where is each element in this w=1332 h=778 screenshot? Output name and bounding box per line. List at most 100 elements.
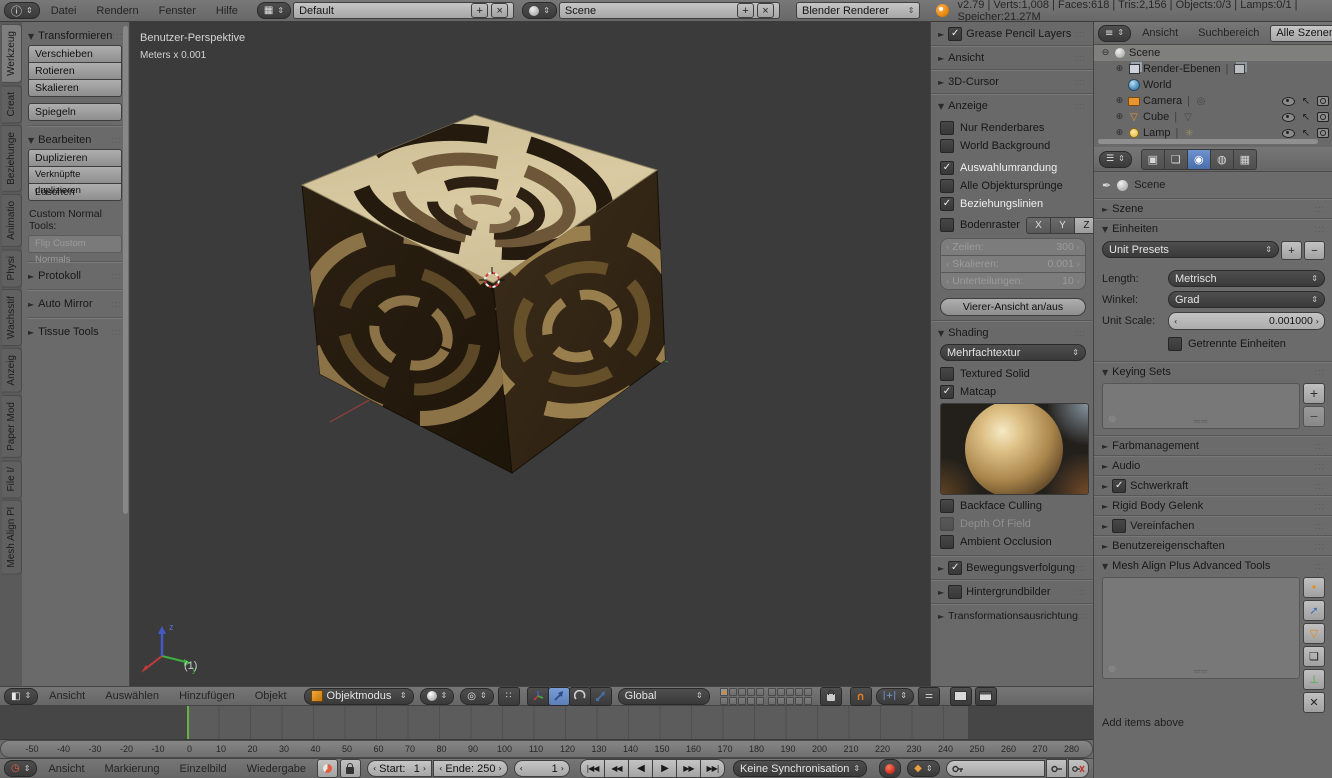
matcap-preview[interactable]	[940, 403, 1089, 495]
duplizieren-button[interactable]: Duplizieren	[28, 149, 122, 167]
editor-type-button[interactable]: ≡ ⇕	[1098, 25, 1131, 42]
tab-wachsstift[interactable]: Wachsstif	[2, 289, 22, 346]
motion-tracking-checkbox[interactable]	[948, 561, 962, 575]
expand-icon[interactable]: ⊕	[1114, 112, 1125, 122]
tab-physik[interactable]: Physi	[2, 249, 22, 287]
expand-icon[interactable]: ⊕	[1114, 96, 1125, 106]
panel-shading-header[interactable]: Shading	[938, 323, 1086, 342]
viewport-shading-select[interactable]: ⇕	[420, 688, 455, 705]
backface-culling-row[interactable]: Backface Culling	[940, 497, 1086, 515]
screen-layout-browse[interactable]: ▦ ⇕	[257, 2, 291, 19]
duplicate-item-button[interactable]: ❏	[1303, 646, 1325, 667]
rotate-manipulator-toggle[interactable]	[569, 687, 591, 706]
unterteilungen-slider[interactable]: ‹Unterteilungen: 10›	[940, 272, 1086, 290]
zeilen-slider[interactable]: ‹Zeilen: 300›	[940, 238, 1086, 256]
panel-drag-dots[interactable]	[1075, 76, 1086, 88]
snap-toggle[interactable]: ∩	[850, 687, 872, 706]
tab-create[interactable]: Creat	[2, 85, 22, 123]
tab-paper-model[interactable]: Paper Mod	[2, 395, 22, 458]
current-frame-line[interactable]	[187, 706, 189, 740]
selectable-toggle-icon[interactable]: ↖	[1302, 112, 1310, 123]
panel-drag-dots[interactable]	[1075, 52, 1086, 64]
outliner-row-cube[interactable]: ⊕ ▽ Cube | ▽ ↖	[1094, 109, 1332, 125]
layer-cell[interactable]	[729, 688, 737, 696]
panel-drag-dots[interactable]	[1075, 586, 1086, 598]
outliner-filter-select[interactable]: Alle Szenen ⇕	[1270, 25, 1332, 42]
layer-cell[interactable]	[795, 688, 803, 696]
opengl-render-button[interactable]	[950, 687, 972, 706]
opengl-anim-button[interactable]	[975, 687, 997, 706]
texture-tab[interactable]: ▦	[1233, 149, 1257, 170]
screen-layout-field[interactable]: Default + ×	[293, 2, 514, 19]
panel-mesh-align-header[interactable]: Mesh Align Plus Advanced Tools	[1102, 556, 1325, 575]
checkbox[interactable]	[940, 121, 954, 135]
flip-custom-normals-button[interactable]: Flip Custom Normals	[28, 235, 122, 253]
editor-type-button[interactable]: ◷ ⇕	[4, 760, 37, 777]
viewport-3d[interactable]: Benutzer-Perspektive Meters x 0.001	[130, 22, 930, 686]
checkbox[interactable]	[1168, 337, 1182, 351]
spiegeln-button[interactable]: Spiegeln	[28, 103, 122, 121]
panel-transformationsausrichtung-header[interactable]: Transformationsausrichtung	[938, 606, 1086, 625]
unit-presets-select[interactable]: Unit Presets ⇕	[1102, 241, 1279, 258]
keying-set-flash-select[interactable]: ◆ ⇕	[907, 760, 939, 777]
bodenraster-row[interactable]: Bodenraster X Y Z	[940, 216, 1086, 234]
layer-cell[interactable]	[777, 697, 785, 705]
verknuepfte-duplizieren-button[interactable]: Verknüpfte duplizieren	[28, 166, 122, 184]
panel-schwerkraft-header[interactable]: Schwerkraft	[1102, 476, 1325, 495]
next-keyframe-button[interactable]: ▶▶	[676, 759, 701, 778]
panel-drag-dots[interactable]	[111, 270, 122, 282]
checkbox[interactable]	[940, 197, 954, 211]
pin-icon[interactable]: ✒	[1102, 179, 1111, 192]
getrennte-einheiten-row[interactable]: Getrennte Einheiten	[1102, 335, 1325, 353]
arrow-item-button[interactable]: ➚	[1303, 600, 1325, 621]
verschieben-button[interactable]: Verschieben	[28, 45, 122, 63]
view3d-menu-auswaehlen[interactable]: Auswählen	[96, 690, 168, 702]
remove-preset-button[interactable]: −	[1304, 241, 1325, 260]
panel-drag-dots[interactable]	[111, 298, 122, 310]
schwerkraft-checkbox[interactable]	[1112, 479, 1126, 493]
menu-datei[interactable]: Datei	[42, 5, 86, 17]
panel-drag-dots[interactable]	[1075, 562, 1086, 574]
beziehungslinien-row[interactable]: Beziehungslinien	[940, 195, 1086, 213]
layer-cell[interactable]	[747, 688, 755, 696]
panel-farbmanagement-header[interactable]: Farbmanagement	[1102, 436, 1325, 455]
panel-vereinfachen-header[interactable]: Vereinfachen	[1102, 516, 1325, 535]
keying-sets-list[interactable]: ⊕══	[1102, 383, 1300, 429]
outliner-menu-ansicht[interactable]: Ansicht	[1133, 27, 1187, 39]
layer-cell[interactable]	[768, 688, 776, 696]
layer-cell[interactable]	[768, 697, 776, 705]
expand-icon[interactable]: ⊕	[1114, 64, 1125, 74]
panel-audio-header[interactable]: Audio	[1102, 456, 1325, 475]
translate-manipulator-toggle[interactable]	[548, 687, 570, 706]
panel-hintergrundbilder-header[interactable]: Hintergrundbilder	[938, 582, 1086, 601]
view3d-menu-objekt[interactable]: Objekt	[246, 690, 296, 702]
panel-tissue-tools-header[interactable]: Tissue Tools	[28, 322, 122, 341]
panel-drag-dots[interactable]	[1314, 540, 1325, 552]
editor-type-button[interactable]: ⓘ ⇕	[4, 2, 40, 19]
editor-type-button[interactable]: ☰ ⇕	[1099, 151, 1132, 168]
grease-pencil-checkbox[interactable]	[948, 27, 962, 41]
add-preset-button[interactable]: +	[1281, 241, 1302, 260]
pivot-center-select[interactable]: ◎ ⇕	[460, 688, 493, 705]
sync-mode-select[interactable]: Keine Synchronisation ⇕	[733, 760, 867, 777]
panel-drag-dots[interactable]	[1075, 100, 1086, 112]
world-background-row[interactable]: World Background	[940, 137, 1086, 155]
panel-drag-dots[interactable]	[111, 134, 122, 146]
checkbox[interactable]	[940, 218, 954, 232]
hide-toggle-eye-icon[interactable]	[1282, 97, 1295, 106]
outliner-row-render-ebenen[interactable]: ⊕ Render-Ebenen |	[1094, 61, 1332, 77]
panel-drag-dots[interactable]	[1075, 28, 1086, 40]
insert-keyframe-button[interactable]	[1046, 759, 1067, 778]
layer-cell[interactable]	[756, 697, 764, 705]
panel-grease-pencil-header[interactable]: Grease Pencil Layers	[938, 24, 1086, 43]
scene-tab[interactable]: ◉	[1187, 149, 1211, 170]
jump-to-start-button[interactable]: |◀◀	[580, 759, 605, 778]
layer-grid-2[interactable]	[768, 688, 812, 705]
render-toggle-icon[interactable]	[1317, 128, 1329, 138]
panel-bewegungsverfolgung-header[interactable]: Bewegungsverfolgung	[938, 558, 1086, 577]
mesh-align-list[interactable]: ⊕══	[1102, 577, 1300, 679]
ambient-occlusion-row[interactable]: Ambient Occlusion	[940, 533, 1086, 551]
winkel-select[interactable]: Grad ⇕	[1168, 291, 1325, 308]
panel-benutzereigenschaften-header[interactable]: Benutzereigenschaften	[1102, 536, 1325, 555]
scene-browse[interactable]: ⇕	[522, 2, 557, 19]
